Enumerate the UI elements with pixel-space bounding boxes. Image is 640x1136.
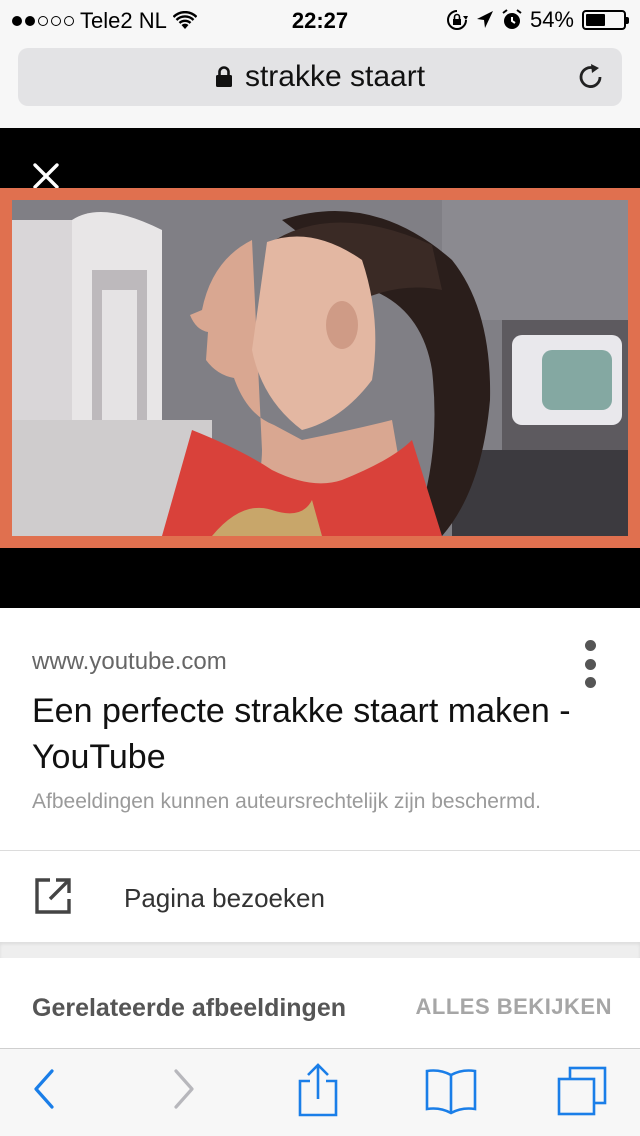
rotation-lock-icon	[446, 10, 468, 30]
location-icon	[476, 11, 493, 28]
more-options-icon[interactable]	[582, 640, 598, 688]
visit-page-label: Pagina bezoeken	[124, 883, 325, 913]
battery-icon	[582, 10, 629, 30]
related-images-title: Gerelateerde afbeeldingen	[32, 994, 347, 1022]
status-right: 54%	[446, 7, 629, 33]
preview-image	[12, 200, 628, 536]
view-all-link[interactable]: ALLES BEKIJKEN	[416, 994, 612, 1020]
image-viewer	[0, 128, 640, 608]
address-bar[interactable]: strakke staart	[18, 48, 622, 106]
alarm-icon	[502, 9, 522, 29]
preview-image-illustration	[12, 200, 628, 536]
related-images-header: Gerelateerde afbeeldingen ALLES BEKIJKEN	[0, 958, 640, 1048]
preview-image-frame[interactable]	[0, 188, 640, 548]
battery-fill	[586, 14, 606, 26]
status-bar: Tele2 NL 22:27 54%	[0, 0, 640, 40]
section-gap	[0, 942, 640, 958]
address-area: strakke staart	[0, 40, 640, 128]
tabs-icon[interactable]	[556, 1065, 608, 1117]
reload-icon[interactable]	[576, 62, 606, 92]
copyright-notice: Afbeeldingen kunnen auteursrechtelijk zi…	[32, 790, 541, 813]
result-card: www.youtube.com Een perfecte strakke sta…	[0, 608, 640, 942]
back-icon[interactable]	[30, 1067, 60, 1111]
result-domain[interactable]: www.youtube.com	[32, 648, 227, 676]
address-text: strakke staart	[244, 60, 426, 93]
visit-page-button[interactable]: Pagina bezoeken	[0, 851, 640, 941]
forward-icon[interactable]	[168, 1067, 198, 1111]
open-external-icon	[35, 878, 71, 914]
battery-percent: 54%	[529, 7, 574, 32]
lock-icon	[215, 66, 232, 87]
bookmarks-icon[interactable]	[424, 1067, 478, 1115]
share-icon[interactable]	[296, 1063, 340, 1117]
safari-toolbar	[0, 1048, 640, 1136]
result-title[interactable]: Een perfecte strakke staart maken - YouT…	[32, 688, 592, 780]
